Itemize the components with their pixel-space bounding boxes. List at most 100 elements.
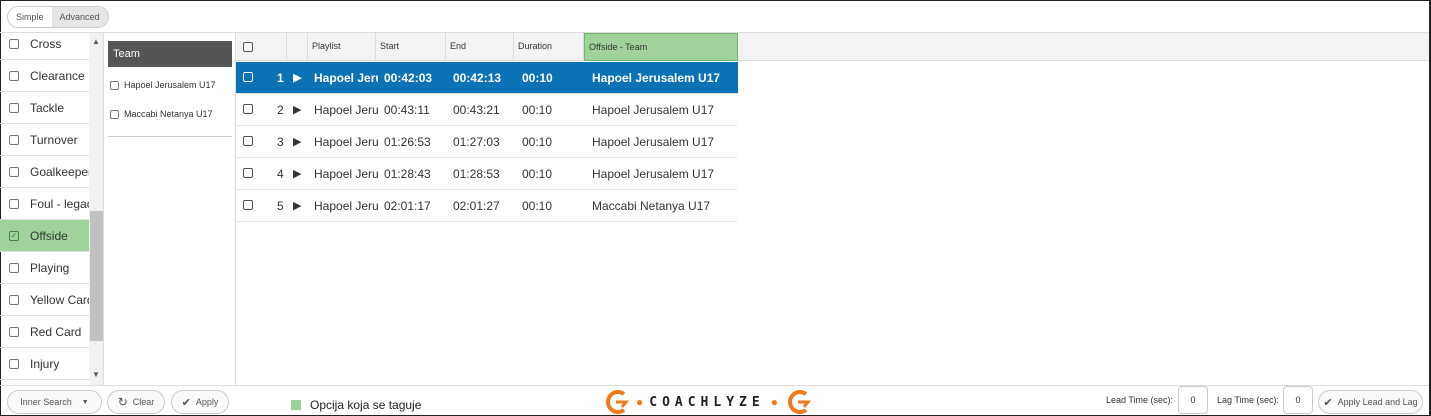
event-item[interactable]: Red Card — [0, 316, 89, 348]
team-checkbox[interactable] — [110, 80, 119, 90]
event-item[interactable]: ✓ Offside — [0, 220, 89, 252]
start-cell: 02:01:17 — [384, 199, 431, 213]
event-checkbox[interactable] — [9, 70, 19, 81]
mode-toggle: Simple Advanced — [7, 6, 109, 28]
offside-team-cell: Hapoel Jerusalem U17 — [592, 167, 715, 181]
scroll-up-icon[interactable]: ▲ — [92, 37, 100, 46]
simple-mode-button[interactable]: Simple — [8, 7, 52, 27]
playlist-cell: Hapoel Jerusalem U17 — [314, 103, 378, 117]
check-icon: ✔ — [1323, 396, 1333, 409]
row-checkbox[interactable] — [243, 136, 253, 146]
top-bar: Simple Advanced — [0, 0, 1429, 33]
header-playlist[interactable]: Playlist — [308, 33, 376, 61]
select-all-checkbox[interactable] — [243, 42, 253, 52]
event-checkbox[interactable] — [9, 326, 19, 337]
header-offside-team[interactable]: Offside - Team — [584, 33, 738, 61]
event-item[interactable]: Goalkeeper — [0, 156, 89, 188]
event-label: Yellow Card — [30, 292, 89, 307]
header-duration[interactable]: Duration — [514, 33, 584, 61]
coachlyze-logo-icon — [606, 390, 630, 414]
header-end[interactable]: End — [446, 33, 514, 61]
brand-dot-icon: ● — [770, 395, 778, 409]
event-checkbox[interactable]: ✓ — [9, 230, 19, 241]
header-start[interactable]: Start — [376, 33, 446, 61]
table-row[interactable]: 5 ▶ Hapoel Jerusalem U17 02:01:17 02:01:27 00… — [236, 190, 738, 222]
play-icon[interactable]: ▶ — [293, 199, 305, 212]
apply-button[interactable]: ✔ Apply — [171, 390, 229, 414]
table-row[interactable]: 3 ▶ Hapoel Jerusalem U17 01:26:53 01:27:03 00… — [236, 126, 738, 158]
caret-down-icon: ▼ — [81, 398, 89, 406]
row-checkbox[interactable] — [243, 200, 253, 210]
event-item[interactable]: Playing — [0, 252, 89, 284]
start-cell: 01:28:43 — [384, 167, 431, 181]
event-item[interactable]: Injury — [0, 348, 89, 380]
event-label: Playing — [30, 260, 70, 275]
lead-time-input[interactable]: 0 — [1178, 386, 1208, 414]
scroll-down-icon[interactable]: ▼ — [92, 370, 100, 379]
end-cell: 01:28:53 — [453, 167, 500, 181]
team-option[interactable]: Maccabi Netanya U17 — [110, 109, 213, 119]
clear-button[interactable]: ↻ Clear — [107, 390, 165, 414]
end-cell: 01:27:03 — [453, 135, 500, 149]
apply-lead-lag-label: Apply Lead and Lag — [1337, 397, 1418, 407]
event-checkbox[interactable] — [9, 294, 19, 305]
table-header: Playlist Start End Duration Offside - Te… — [236, 33, 1429, 61]
inner-search-label: Inner Search — [20, 397, 72, 407]
duration-cell: 00:10 — [522, 135, 553, 149]
event-checkbox[interactable] — [9, 166, 19, 177]
footer-bar: Inner Search ▼ ↻ Clear ✔ Apply Opcija ko… — [0, 385, 1429, 416]
start-cell: 01:26:53 — [384, 135, 431, 149]
row-checkbox[interactable] — [243, 168, 253, 178]
apply-lead-lag-button[interactable]: ✔ Apply Lead and Lag — [1318, 390, 1423, 414]
end-cell: 00:43:21 — [453, 103, 500, 117]
row-checkbox[interactable] — [243, 104, 253, 114]
lead-time-label: Lead Time (sec): — [1106, 395, 1174, 405]
event-label: Foul - legacy — [30, 196, 89, 211]
header-select-cell — [236, 33, 287, 61]
event-item[interactable]: Tackle — [0, 92, 89, 124]
team-option[interactable]: Hapoel Jerusalem U17 — [110, 80, 216, 90]
event-checkbox[interactable] — [9, 262, 19, 273]
event-item[interactable]: Clearance — [0, 60, 89, 92]
scrollbar-thumb[interactable] — [90, 211, 103, 341]
inner-search-dropdown[interactable]: Inner Search ▼ — [7, 390, 102, 414]
event-checkbox[interactable] — [9, 358, 19, 369]
play-icon[interactable]: ▶ — [293, 167, 305, 180]
lag-time-input[interactable]: 0 — [1283, 386, 1313, 414]
team-checkbox[interactable] — [110, 109, 119, 119]
clear-label: Clear — [132, 397, 155, 407]
event-list: Cross Clearance Tackle Turnover Goalkeeper Fo… — [0, 33, 104, 385]
event-list-scrollbar[interactable]: ▲ ▼ — [89, 33, 103, 385]
header-play-cell — [287, 33, 308, 61]
event-item[interactable]: Turnover — [0, 124, 89, 156]
check-icon: ✔ — [181, 396, 191, 409]
row-checkbox[interactable] — [243, 72, 253, 82]
table-row[interactable]: 4 ▶ Hapoel Jerusalem U17 01:28:43 01:28:53 00… — [236, 158, 738, 190]
event-checkbox[interactable] — [9, 134, 19, 145]
event-checkbox[interactable] — [9, 38, 19, 49]
event-checkbox[interactable] — [9, 102, 19, 113]
play-icon[interactable]: ▶ — [293, 103, 305, 116]
event-item[interactable]: Yellow Card — [0, 284, 89, 316]
refresh-icon: ↻ — [117, 395, 128, 409]
table-row[interactable]: 1 ▶ Hapoel Jerusalem U17 00:42:03 00:42:13 00… — [236, 62, 738, 94]
duration-cell: 00:10 — [522, 167, 553, 181]
table-row[interactable]: 2 ▶ Hapoel Jerusalem U17 00:43:11 00:43:21 00… — [236, 94, 738, 126]
event-item[interactable]: Foul - legacy — [0, 188, 89, 220]
brand-dot-icon: ● — [636, 395, 644, 409]
row-number: 1 — [277, 71, 284, 85]
play-icon[interactable]: ▶ — [293, 71, 305, 84]
offside-team-cell: Maccabi Netanya U17 — [592, 199, 711, 213]
legend-text: Opcija koja se taguje — [310, 398, 422, 412]
event-label: Goalkeeper — [30, 164, 89, 179]
play-icon[interactable]: ▶ — [293, 135, 305, 148]
playlist-cell: Hapoel Jerusalem U17 — [314, 71, 378, 85]
event-item[interactable]: Cross — [0, 33, 89, 60]
team-filter-panel: Team Hapoel Jerusalem U17 Maccabi Netany… — [104, 33, 236, 385]
advanced-mode-button[interactable]: Advanced — [51, 7, 108, 27]
event-checkbox[interactable] — [9, 198, 19, 209]
playlist-cell: Hapoel Jerusalem U17 — [314, 135, 378, 149]
event-label: Offside — [30, 228, 68, 243]
start-cell: 00:42:03 — [384, 71, 433, 85]
coachlyze-logo-icon — [788, 390, 812, 414]
